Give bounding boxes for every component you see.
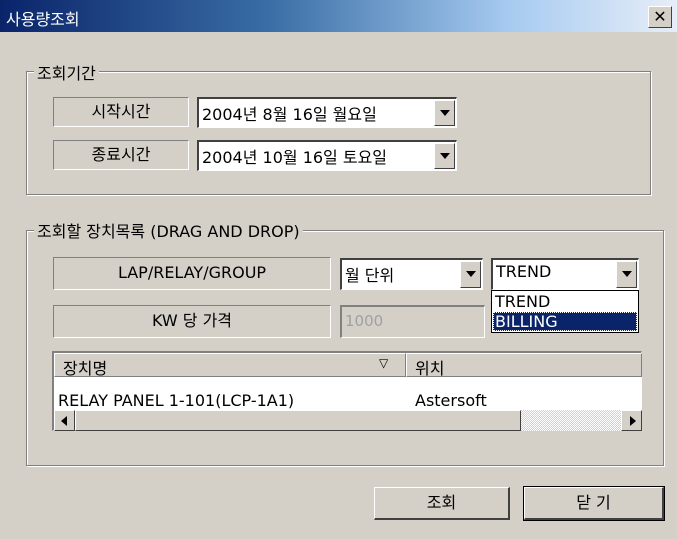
dropdown-option-trend[interactable]: TREND bbox=[493, 292, 637, 311]
end-time-label: 종료시간 bbox=[53, 140, 189, 170]
end-date-value: 2004년 10월 16일 토요일 bbox=[202, 148, 388, 167]
scroll-left-button[interactable] bbox=[54, 410, 75, 431]
dropdown-option-billing[interactable]: BILLING bbox=[493, 312, 637, 331]
period-group-legend: 조회기간 bbox=[34, 60, 99, 84]
column-header-name[interactable]: 장치명 ▽ bbox=[54, 353, 406, 378]
column-header-location-label: 위치 bbox=[415, 359, 445, 378]
device-group-legend: 조회할 장치목록 (DRAG AND DROP) bbox=[34, 218, 303, 242]
end-date-picker[interactable]: 2004년 10월 16일 토요일 bbox=[197, 140, 457, 171]
sort-icon: ▽ bbox=[379, 356, 389, 370]
table-cell-location: Astersoft bbox=[415, 391, 487, 410]
table-cell-name: RELAY PANEL 1-101(LCP-1A1) bbox=[58, 391, 295, 410]
column-header-location[interactable]: 위치 bbox=[406, 353, 642, 378]
arrow-right-icon bbox=[630, 416, 636, 426]
mode-select[interactable]: TREND bbox=[491, 258, 639, 290]
close-button[interactable]: 닫 기 bbox=[523, 486, 665, 521]
horizontal-scrollbar[interactable] bbox=[54, 410, 642, 431]
unit-select[interactable]: 월 단위 bbox=[340, 258, 483, 290]
start-date-value: 2004년 8월 16일 월요일 bbox=[202, 105, 377, 124]
arrow-left-icon bbox=[61, 416, 67, 426]
chevron-down-icon[interactable] bbox=[434, 100, 455, 126]
close-window-button[interactable]: ✕ bbox=[648, 6, 672, 28]
mode-select-value: TREND bbox=[496, 262, 552, 281]
price-input-value: 1000 bbox=[345, 312, 384, 330]
scrollbar-thumb[interactable] bbox=[75, 410, 521, 431]
chevron-down-icon[interactable] bbox=[460, 261, 481, 288]
mode-dropdown-list: TREND BILLING bbox=[491, 290, 639, 333]
start-time-label: 시작시간 bbox=[53, 97, 189, 127]
lap-relay-group-label: LAP/RELAY/GROUP bbox=[53, 257, 331, 290]
chevron-down-icon[interactable] bbox=[616, 261, 637, 288]
search-button[interactable]: 조회 bbox=[374, 487, 510, 520]
column-header-name-label: 장치명 bbox=[63, 359, 108, 378]
unit-select-value: 월 단위 bbox=[345, 266, 395, 285]
price-input[interactable]: 1000 bbox=[340, 305, 485, 338]
close-icon: ✕ bbox=[653, 7, 667, 26]
start-date-picker[interactable]: 2004년 8월 16일 월요일 bbox=[197, 97, 457, 128]
table-row[interactable]: RELAY PANEL 1-101(LCP-1A1) Astersoft bbox=[54, 378, 642, 410]
chevron-down-icon[interactable] bbox=[434, 143, 455, 169]
price-label: KW 당 가격 bbox=[53, 305, 331, 338]
window-title: 사용량조회 bbox=[6, 10, 80, 29]
device-list[interactable]: 장치명 ▽ 위치 RELAY PANEL 1-101(LCP-1A1) Aste… bbox=[52, 351, 642, 431]
period-group bbox=[26, 71, 651, 195]
scroll-right-button[interactable] bbox=[621, 410, 642, 431]
title-bar bbox=[0, 0, 677, 32]
